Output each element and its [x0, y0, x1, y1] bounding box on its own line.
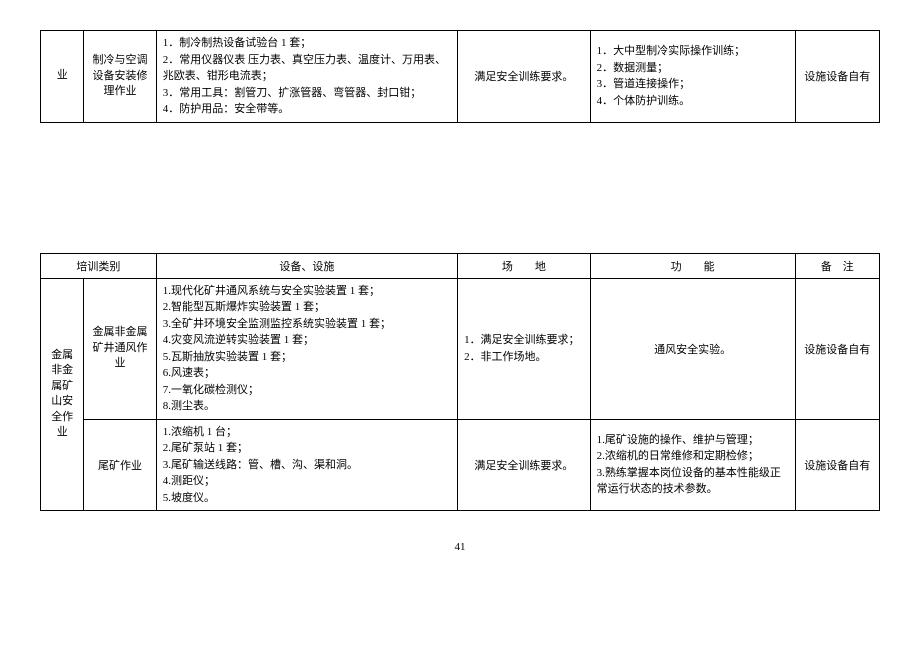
header-function: 功 能	[590, 253, 795, 278]
header-note: 备 注	[795, 253, 879, 278]
header-type: 培训类别	[41, 253, 157, 278]
cell-note: 设施设备自有	[795, 419, 879, 511]
cell-equipment: 1．制冷制热设备试验台 1 套； 2．常用仪器仪表 压力表、真空压力表、温度计、…	[156, 31, 457, 123]
cell-equipment: 1.现代化矿井通风系统与安全实验装置 1 套； 2.智能型瓦斯爆炸实验装置 1 …	[156, 278, 457, 419]
cell-subcategory: 金属非金属矿井通风作业	[84, 278, 156, 419]
header-equipment: 设备、设施	[156, 253, 457, 278]
cell-equipment: 1.浓缩机 1 台； 2.尾矿泵站 1 套； 3.尾矿输送线路：管、槽、沟、渠和…	[156, 419, 457, 511]
cell-subcategory: 尾矿作业	[84, 419, 156, 511]
cell-function: 1．大中型制冷实际操作训练； 2．数据测量； 3．管道连接操作； 4．个体防护训…	[590, 31, 795, 123]
header-site: 场 地	[458, 253, 591, 278]
cell-function: 通风安全实验。	[590, 278, 795, 419]
cell-site: 1．满足安全训练要求； 2．非工作场地。	[458, 278, 591, 419]
cell-note: 设施设备自有	[795, 278, 879, 419]
table-top: 业 制冷与空调设备安装修理作业 1．制冷制热设备试验台 1 套； 2．常用仪器仪…	[40, 30, 880, 123]
table-row: 尾矿作业 1.浓缩机 1 台； 2.尾矿泵站 1 套； 3.尾矿输送线路：管、槽…	[41, 419, 880, 511]
cell-subcategory: 制冷与空调设备安装修理作业	[84, 31, 156, 123]
page-number: 41	[40, 541, 880, 553]
table-bottom: 培训类别 设备、设施 场 地 功 能 备 注 金属非金属矿山安全作业 金属非金属…	[40, 253, 880, 512]
table-header-row: 培训类别 设备、设施 场 地 功 能 备 注	[41, 253, 880, 278]
table-row: 业 制冷与空调设备安装修理作业 1．制冷制热设备试验台 1 套； 2．常用仪器仪…	[41, 31, 880, 123]
cell-function: 1.尾矿设施的操作、维护与管理； 2.浓缩机的日常维修和定期检修； 3.熟练掌握…	[590, 419, 795, 511]
cell-site: 满足安全训练要求。	[458, 419, 591, 511]
cell-site: 满足安全训练要求。	[458, 31, 591, 123]
cell-group: 金属非金属矿山安全作业	[41, 278, 84, 511]
cell-category: 业	[41, 31, 84, 123]
table-row: 金属非金属矿山安全作业 金属非金属矿井通风作业 1.现代化矿井通风系统与安全实验…	[41, 278, 880, 419]
spacer	[40, 123, 880, 253]
cell-note: 设施设备自有	[795, 31, 879, 123]
